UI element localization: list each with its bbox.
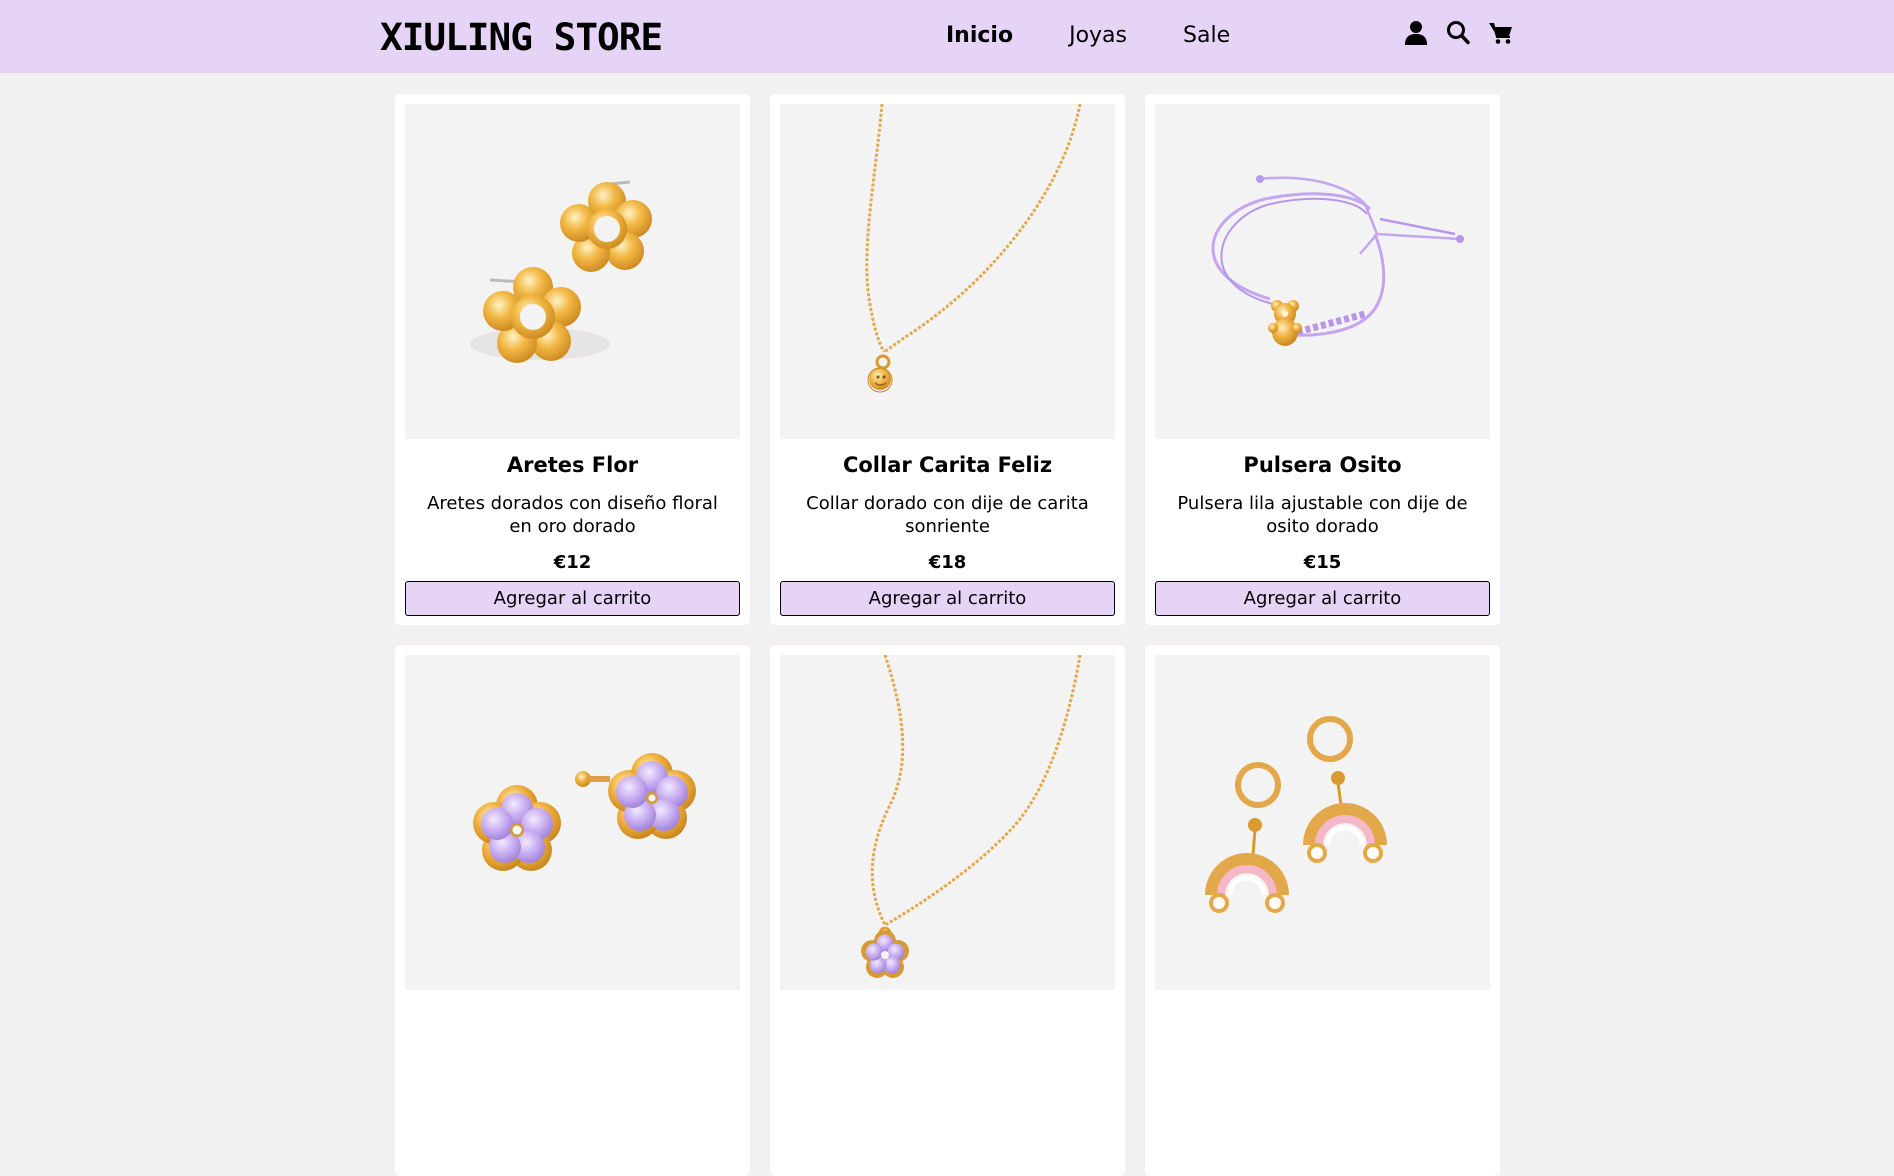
product-description: Pulsera lila ajustable con dije de osito… xyxy=(1177,493,1468,537)
product-name: Pulsera Osito xyxy=(1243,453,1402,477)
nav-link-sale[interactable]: Sale xyxy=(1183,20,1230,52)
add-to-cart-button[interactable]: Agregar al carrito xyxy=(780,581,1115,616)
product-card: Aretes Flor Aretes dorados con diseño fl… xyxy=(395,94,750,625)
product-name: Aretes Flor xyxy=(506,453,639,477)
gold-smiley-necklace-image xyxy=(780,104,1115,439)
top-navbar: XIULING STORE Inicio Joyas Sale xyxy=(0,0,1894,73)
add-to-cart-button[interactable]: Agregar al carrito xyxy=(405,581,740,616)
product-card xyxy=(770,645,1125,1176)
store-logo[interactable]: XIULING STORE xyxy=(380,16,663,60)
product-image[interactable] xyxy=(780,104,1115,439)
product-price: €15 xyxy=(1303,552,1342,573)
search-icon[interactable] xyxy=(1446,20,1470,46)
product-image[interactable] xyxy=(405,104,740,439)
product-card xyxy=(395,645,750,1176)
product-card: Pulsera Osito Pulsera lila ajustable con… xyxy=(1145,94,1500,625)
product-name: Collar Carita Feliz xyxy=(842,453,1053,477)
product-description: Collar dorado con dije de carita sonrien… xyxy=(806,493,1089,537)
product-price: €18 xyxy=(928,552,967,573)
lilac-bear-bracelet-image xyxy=(1155,104,1490,439)
nav-icons xyxy=(1404,20,1514,46)
add-to-cart-button[interactable]: Agregar al carrito xyxy=(1155,581,1490,616)
gold-flower-earrings-image xyxy=(405,104,740,439)
product-price: €12 xyxy=(553,552,592,573)
product-grid: Aretes Flor Aretes dorados con diseño fl… xyxy=(395,94,1500,1176)
product-image[interactable] xyxy=(1155,104,1490,439)
product-card xyxy=(1145,645,1500,1176)
nav-link-inicio[interactable]: Inicio xyxy=(946,20,1013,52)
product-description: Aretes dorados con diseño floral en oro … xyxy=(427,493,718,537)
main-nav: Inicio Joyas Sale xyxy=(946,20,1230,52)
product-card: Collar Carita Feliz Collar dorado con di… xyxy=(770,94,1125,625)
cart-icon[interactable] xyxy=(1488,20,1514,46)
nav-link-joyas[interactable]: Joyas xyxy=(1069,20,1127,52)
user-icon[interactable] xyxy=(1404,20,1428,46)
